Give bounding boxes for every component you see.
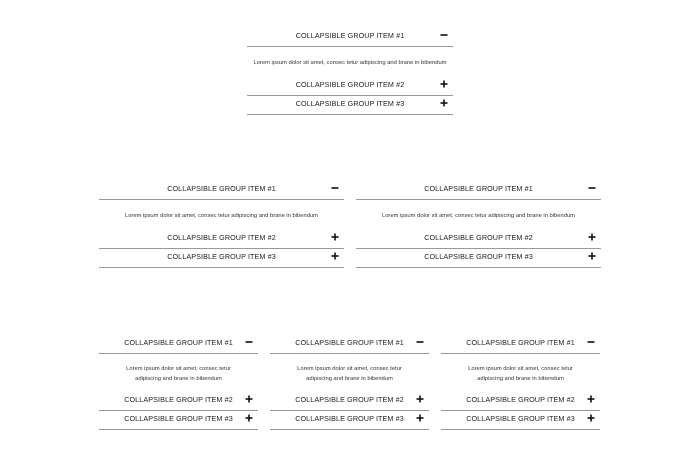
accordion-header-3[interactable]: COLLAPSIBLE GROUP ITEM #3 — [99, 249, 344, 268]
accordion-item-1: COLLAPSIBLE GROUP ITEM #1 Lorem ipsum do… — [441, 335, 600, 392]
minus-icon[interactable] — [331, 184, 339, 192]
minus-icon[interactable] — [440, 31, 448, 39]
accordion-2: COLLAPSIBLE GROUP ITEM #1 Lorem ipsum do… — [99, 181, 344, 268]
accordion-4: COLLAPSIBLE GROUP ITEM #1 Lorem ipsum do… — [99, 335, 258, 430]
accordion-body: Lorem ipsum dolor sit amet, consec tetur… — [126, 366, 231, 382]
accordion-item-1: COLLAPSIBLE GROUP ITEM #1 Lorem ipsum do… — [247, 28, 453, 77]
minus-icon[interactable] — [416, 338, 424, 346]
accordion-header-3[interactable]: COLLAPSIBLE GROUP ITEM #3 — [270, 411, 429, 430]
accordion-title: COLLAPSIBLE GROUP ITEM #3 — [124, 414, 233, 423]
accordion-title: COLLAPSIBLE GROUP ITEM #3 — [295, 414, 404, 423]
accordion-title: COLLAPSIBLE GROUP ITEM #3 — [167, 252, 276, 261]
plus-icon[interactable] — [245, 395, 253, 403]
accordion-header-1[interactable]: COLLAPSIBLE GROUP ITEM #1 — [247, 28, 453, 47]
plus-icon[interactable] — [587, 395, 595, 403]
plus-icon[interactable] — [588, 252, 596, 260]
accordion-title: COLLAPSIBLE GROUP ITEM #2 — [295, 80, 405, 89]
plus-icon[interactable] — [416, 395, 424, 403]
accordion-header-2[interactable]: COLLAPSIBLE GROUP ITEM #2 — [270, 392, 429, 411]
accordion-item-1: COLLAPSIBLE GROUP ITEM #1 Lorem ipsum do… — [99, 181, 344, 230]
accordion-item-3: COLLAPSIBLE GROUP ITEM #3 — [356, 249, 601, 268]
minus-icon[interactable] — [245, 338, 253, 346]
accordion-title: COLLAPSIBLE GROUP ITEM #3 — [295, 99, 405, 108]
accordion-title: COLLAPSIBLE GROUP ITEM #2 — [124, 395, 233, 404]
accordion-title: COLLAPSIBLE GROUP ITEM #1 — [295, 338, 404, 347]
accordion-header-2[interactable]: COLLAPSIBLE GROUP ITEM #2 — [99, 392, 258, 411]
accordion-header-3[interactable]: COLLAPSIBLE GROUP ITEM #3 — [99, 411, 258, 430]
accordion-title: COLLAPSIBLE GROUP ITEM #3 — [466, 414, 575, 423]
accordion-header-2[interactable]: COLLAPSIBLE GROUP ITEM #2 — [99, 230, 344, 249]
plus-icon[interactable] — [245, 414, 253, 422]
accordion-item-2: COLLAPSIBLE GROUP ITEM #2 — [99, 230, 344, 249]
accordion-item-2: COLLAPSIBLE GROUP ITEM #2 — [441, 392, 600, 411]
accordion-body: Lorem ipsum dolor sit amet, consec tetur… — [468, 366, 573, 382]
accordion-title: COLLAPSIBLE GROUP ITEM #2 — [167, 233, 276, 242]
accordion-body: Lorem ipsum dolor sit amet, consec tetur… — [253, 60, 447, 66]
accordion-body: Lorem ipsum dolor sit amet, consec tetur… — [297, 366, 402, 382]
accordion-item-1: COLLAPSIBLE GROUP ITEM #1 Lorem ipsum do… — [356, 181, 601, 230]
plus-icon[interactable] — [440, 99, 448, 107]
accordion-title: COLLAPSIBLE GROUP ITEM #1 — [167, 184, 276, 193]
plus-icon[interactable] — [588, 233, 596, 241]
minus-icon[interactable] — [588, 184, 596, 192]
accordion-title: COLLAPSIBLE GROUP ITEM #1 — [424, 184, 533, 193]
accordion-item-3: COLLAPSIBLE GROUP ITEM #3 — [99, 411, 258, 430]
accordion-header-1[interactable]: COLLAPSIBLE GROUP ITEM #1 — [99, 181, 344, 200]
accordion-header-2[interactable]: COLLAPSIBLE GROUP ITEM #2 — [441, 392, 600, 411]
accordion-body: Lorem ipsum dolor sit amet, consec tetur… — [124, 213, 318, 219]
accordion-item-3: COLLAPSIBLE GROUP ITEM #3 — [247, 96, 453, 115]
accordion-body: Lorem ipsum dolor sit amet, consec tetur… — [381, 213, 575, 219]
accordion-item-3: COLLAPSIBLE GROUP ITEM #3 — [99, 249, 344, 268]
accordion-title: COLLAPSIBLE GROUP ITEM #2 — [295, 395, 404, 404]
accordion-item-2: COLLAPSIBLE GROUP ITEM #2 — [247, 77, 453, 96]
plus-icon[interactable] — [440, 80, 448, 88]
accordion-item-3: COLLAPSIBLE GROUP ITEM #3 — [441, 411, 600, 430]
accordion-1: COLLAPSIBLE GROUP ITEM #1 Lorem ipsum do… — [247, 28, 453, 115]
accordion-header-1[interactable]: COLLAPSIBLE GROUP ITEM #1 — [356, 181, 601, 200]
accordion-header-3[interactable]: COLLAPSIBLE GROUP ITEM #3 — [441, 411, 600, 430]
accordion-6: COLLAPSIBLE GROUP ITEM #1 Lorem ipsum do… — [441, 335, 600, 430]
plus-icon[interactable] — [331, 252, 339, 260]
plus-icon[interactable] — [587, 414, 595, 422]
accordion-item-3: COLLAPSIBLE GROUP ITEM #3 — [270, 411, 429, 430]
accordion-header-2[interactable]: COLLAPSIBLE GROUP ITEM #2 — [247, 77, 453, 96]
accordion-item-2: COLLAPSIBLE GROUP ITEM #2 — [270, 392, 429, 411]
accordion-5: COLLAPSIBLE GROUP ITEM #1 Lorem ipsum do… — [270, 335, 429, 430]
plus-icon[interactable] — [416, 414, 424, 422]
accordion-item-1: COLLAPSIBLE GROUP ITEM #1 Lorem ipsum do… — [99, 335, 258, 392]
accordion-title: COLLAPSIBLE GROUP ITEM #1 — [124, 338, 233, 347]
accordion-title: COLLAPSIBLE GROUP ITEM #2 — [424, 233, 533, 242]
accordion-item-2: COLLAPSIBLE GROUP ITEM #2 — [99, 392, 258, 411]
accordion-item-2: COLLAPSIBLE GROUP ITEM #2 — [356, 230, 601, 249]
accordion-header-2[interactable]: COLLAPSIBLE GROUP ITEM #2 — [356, 230, 601, 249]
accordion-title: COLLAPSIBLE GROUP ITEM #1 — [466, 338, 575, 347]
accordion-title: COLLAPSIBLE GROUP ITEM #2 — [466, 395, 575, 404]
accordion-title: COLLAPSIBLE GROUP ITEM #1 — [295, 31, 405, 40]
accordion-title: COLLAPSIBLE GROUP ITEM #3 — [424, 252, 533, 261]
minus-icon[interactable] — [587, 338, 595, 346]
accordion-header-3[interactable]: COLLAPSIBLE GROUP ITEM #3 — [356, 249, 601, 268]
accordion-header-3[interactable]: COLLAPSIBLE GROUP ITEM #3 — [247, 96, 453, 115]
accordion-item-1: COLLAPSIBLE GROUP ITEM #1 Lorem ipsum do… — [270, 335, 429, 392]
accordion-3: COLLAPSIBLE GROUP ITEM #1 Lorem ipsum do… — [356, 181, 601, 268]
accordion-header-1[interactable]: COLLAPSIBLE GROUP ITEM #1 — [99, 335, 258, 354]
plus-icon[interactable] — [331, 233, 339, 241]
accordion-header-1[interactable]: COLLAPSIBLE GROUP ITEM #1 — [441, 335, 600, 354]
accordion-header-1[interactable]: COLLAPSIBLE GROUP ITEM #1 — [270, 335, 429, 354]
